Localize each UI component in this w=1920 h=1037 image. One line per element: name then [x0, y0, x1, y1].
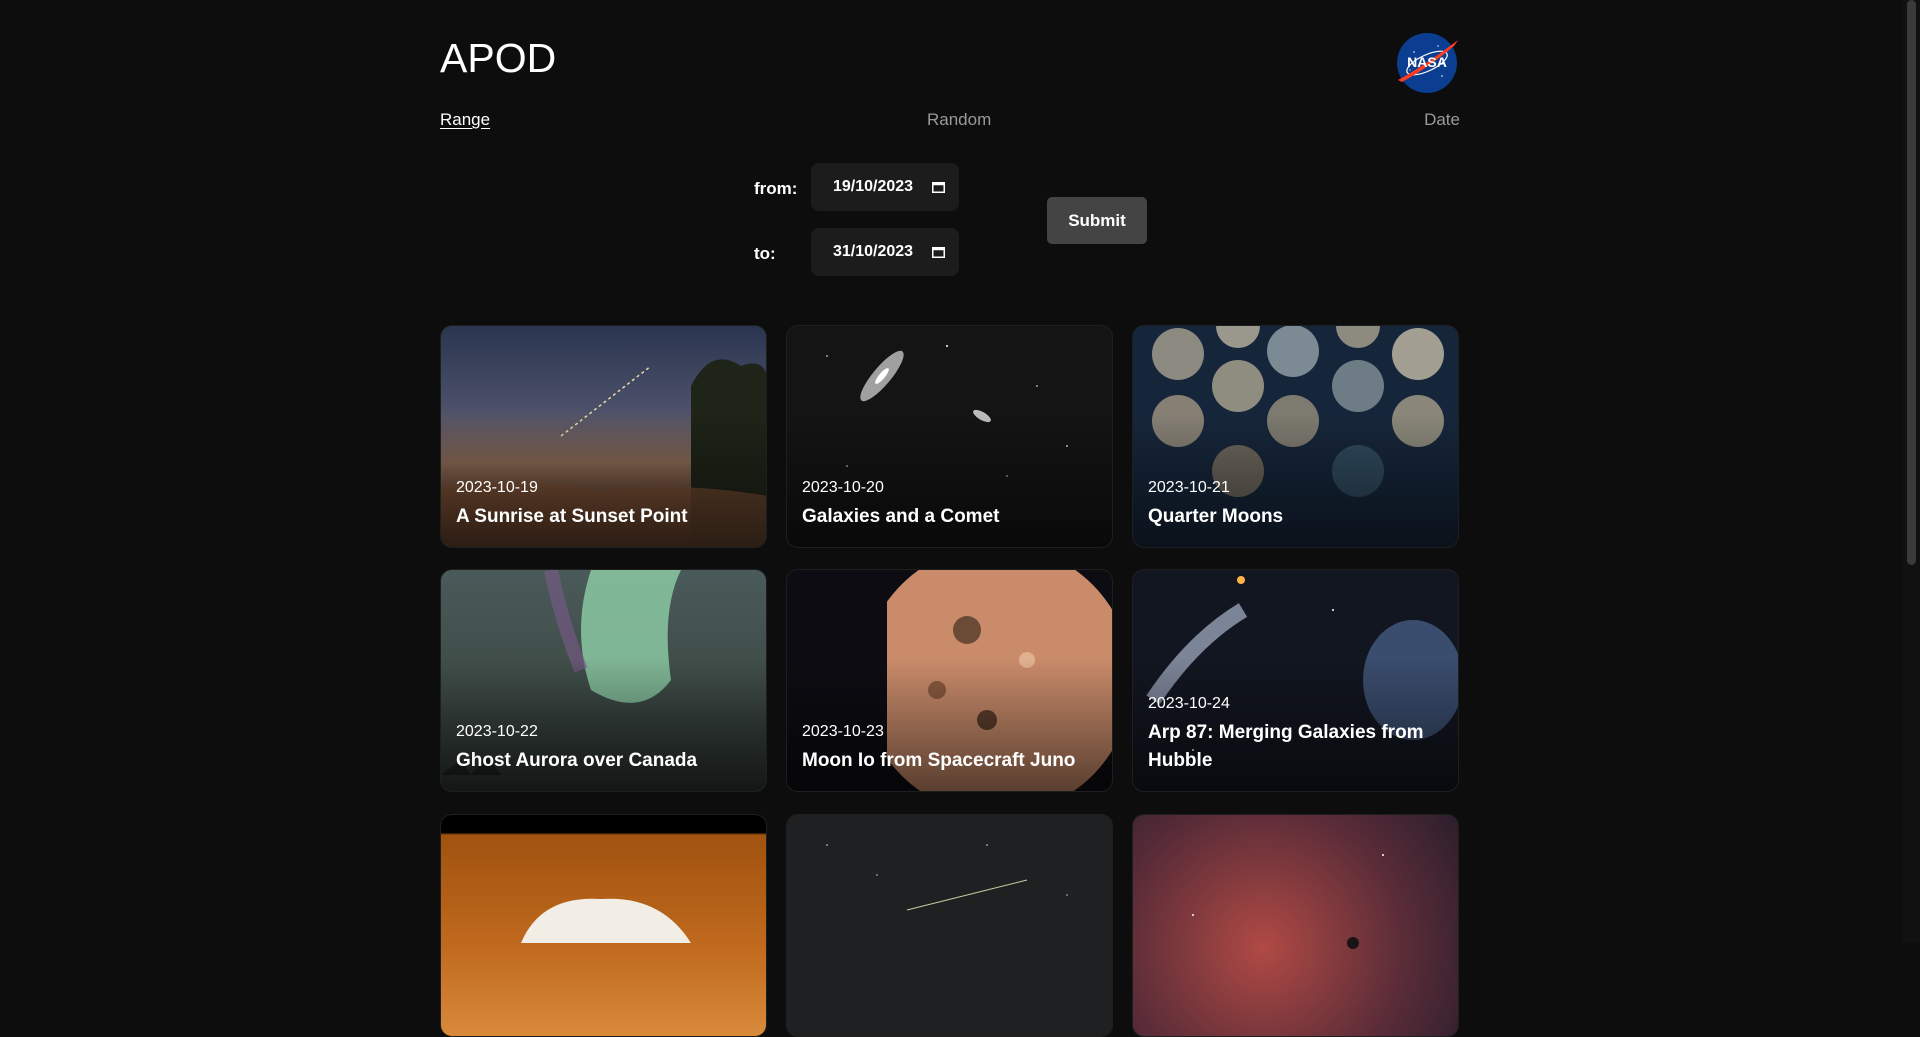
- from-date-value: 19/10/2023: [833, 178, 914, 195]
- card-date: 2023-10-20: [802, 479, 884, 496]
- nav-range[interactable]: Range: [440, 110, 490, 130]
- card-title: A Sunrise at Sunset Point: [456, 506, 688, 527]
- nav-date[interactable]: Date: [1424, 110, 1460, 130]
- mode-nav: Range Random Date: [440, 110, 1460, 130]
- range-form: from: 19/10/2023 to: 31/10/2023 Submit: [440, 163, 1460, 278]
- from-date-input[interactable]: 19/10/2023: [811, 163, 959, 211]
- submit-button[interactable]: Submit: [1047, 197, 1147, 244]
- card-date: 2023-10-21: [1148, 479, 1230, 496]
- apod-card[interactable]: 2023-10-20 Galaxies and a Comet: [786, 325, 1113, 548]
- apod-card[interactable]: 2023-10-24 Arp 87: Merging Galaxies from…: [1132, 569, 1459, 792]
- card-title: Quarter Moons: [1148, 506, 1284, 527]
- apod-card[interactable]: 2023-10-23 Moon Io from Spacecraft Juno: [786, 569, 1113, 792]
- apod-card[interactable]: [786, 814, 1113, 1037]
- card-image: [521, 898, 691, 943]
- card-date: 2023-10-19: [456, 479, 538, 496]
- card-title: Ghost Aurora over Canada: [456, 750, 698, 771]
- card-date: 2023-10-22: [456, 723, 538, 740]
- nasa-logo[interactable]: NASA: [1394, 30, 1460, 96]
- to-label: to:: [754, 244, 776, 263]
- apod-card[interactable]: 2023-10-19 A Sunrise at Sunset Point: [440, 325, 767, 548]
- scrollbar-thumb[interactable]: [1907, 0, 1916, 565]
- apod-card[interactable]: 2023-10-22 Ghost Aurora over Canada: [440, 569, 767, 792]
- card-title: Galaxies and a Comet: [802, 506, 1000, 527]
- nasa-logo-text: NASA: [1407, 54, 1447, 70]
- page-container: APOD NASA Range Random Date from: 19/10/…: [440, 0, 1460, 1037]
- calendar-icon[interactable]: [932, 246, 945, 258]
- apod-card[interactable]: [440, 814, 767, 1037]
- to-date-value: 31/10/2023: [833, 243, 914, 260]
- calendar-icon[interactable]: [932, 181, 945, 193]
- to-date-input[interactable]: 31/10/2023: [811, 228, 959, 276]
- card-title: Arp 87: Merging Galaxies from Hubble: [1148, 722, 1424, 771]
- header: APOD NASA: [440, 0, 1460, 110]
- card-date: 2023-10-23: [802, 723, 884, 740]
- page-title: APOD: [440, 35, 557, 81]
- card-image: [1192, 854, 1384, 949]
- apod-card[interactable]: [1132, 814, 1459, 1037]
- scrollbar[interactable]: [1903, 0, 1920, 942]
- from-label: from:: [754, 179, 798, 198]
- card-title: Moon Io from Spacecraft Juno: [802, 750, 1076, 771]
- card-date: 2023-10-24: [1148, 695, 1230, 712]
- nav-random[interactable]: Random: [927, 110, 991, 130]
- apod-card[interactable]: 2023-10-21 Quarter Moons: [1132, 325, 1459, 548]
- card-image: [826, 844, 1068, 911]
